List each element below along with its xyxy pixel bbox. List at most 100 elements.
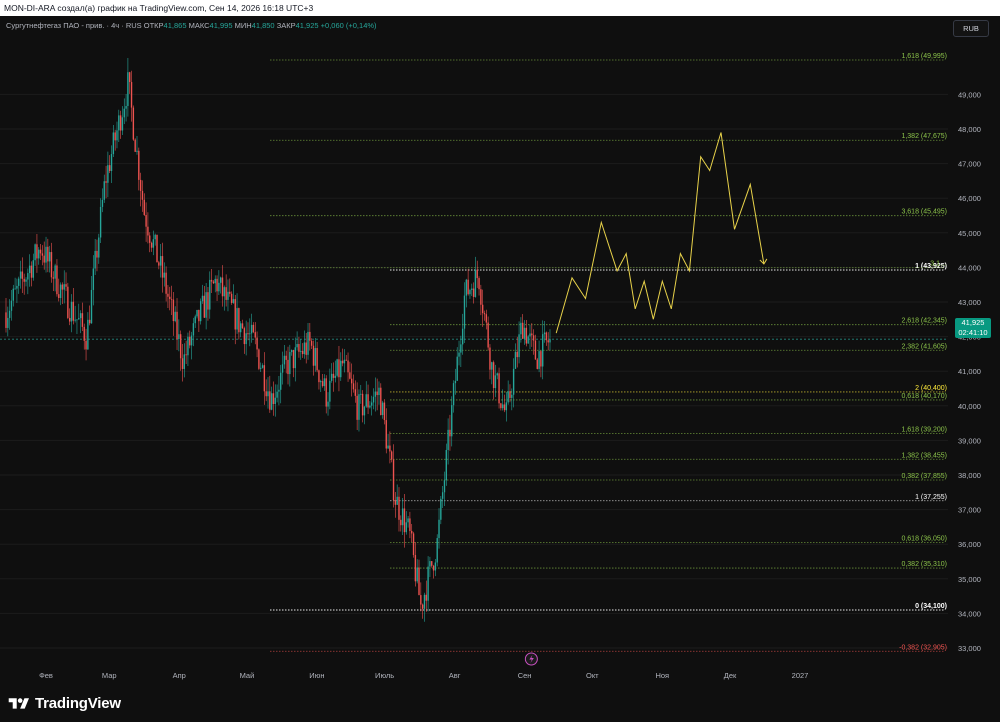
candle xyxy=(227,279,229,312)
candle xyxy=(112,124,115,157)
candle xyxy=(219,276,222,294)
candle xyxy=(14,277,16,290)
candle xyxy=(300,339,302,360)
candle xyxy=(314,337,316,372)
candle xyxy=(16,278,18,303)
candle xyxy=(23,273,25,295)
fib-level-label: -0,382 (32,905) xyxy=(899,644,947,651)
candle xyxy=(83,323,85,350)
time-tick-label: Авг xyxy=(449,671,461,680)
candle xyxy=(143,193,145,216)
candle xyxy=(263,352,266,405)
candle xyxy=(129,71,131,94)
time-tick-label: Июн xyxy=(309,671,324,680)
price-tick-label: 48,000 xyxy=(958,125,981,134)
candle xyxy=(542,320,544,380)
candle xyxy=(32,253,34,281)
candle xyxy=(465,278,468,308)
candle xyxy=(285,350,287,374)
candle xyxy=(491,361,493,385)
candle xyxy=(303,330,306,359)
price-tick-label: 34,000 xyxy=(958,609,981,618)
currency-button[interactable]: RUB xyxy=(953,20,989,37)
candle xyxy=(434,559,437,577)
fib-level-label: 1,618 (49,995) xyxy=(901,53,947,60)
candle xyxy=(310,338,313,350)
candle xyxy=(170,285,173,316)
last-price-value: 41,925 xyxy=(961,318,985,327)
candle xyxy=(210,268,213,293)
candle xyxy=(136,136,138,155)
candle xyxy=(538,340,540,373)
candle xyxy=(85,328,87,361)
candle xyxy=(41,245,44,266)
candle xyxy=(411,523,413,543)
candle xyxy=(420,582,422,612)
candle xyxy=(507,380,509,405)
candle xyxy=(92,255,95,306)
candle xyxy=(230,291,233,305)
tradingview-logo-icon xyxy=(8,697,29,709)
candle xyxy=(349,361,351,380)
candle xyxy=(298,336,300,358)
candle xyxy=(378,381,380,405)
candle xyxy=(401,497,404,536)
candle xyxy=(447,418,449,465)
candle xyxy=(409,511,411,539)
candle xyxy=(145,202,147,242)
candle xyxy=(407,515,409,528)
event-marker[interactable] xyxy=(524,652,538,666)
candle xyxy=(214,275,216,293)
candle xyxy=(296,331,298,351)
candle xyxy=(481,289,484,327)
candle xyxy=(340,352,342,381)
high-value: 41,995 xyxy=(209,21,233,30)
candle xyxy=(472,282,475,304)
tradingview-logo[interactable]: TradingView xyxy=(8,695,121,712)
price-tick-label: 46,000 xyxy=(958,194,981,203)
candle xyxy=(345,354,347,361)
time-tick-label: 2027 xyxy=(792,671,809,680)
candle xyxy=(354,380,357,403)
time-tick-label: Июль xyxy=(375,671,394,680)
fib-level-label: 2,382 (41,605) xyxy=(901,343,947,350)
candle xyxy=(7,306,9,337)
candle xyxy=(361,390,364,423)
candle xyxy=(10,290,13,321)
candle xyxy=(134,138,136,152)
candle xyxy=(400,515,402,532)
candle xyxy=(425,580,427,612)
candle xyxy=(169,286,171,311)
fib-level-label: 1,382 (47,675) xyxy=(901,133,947,140)
candle xyxy=(138,147,140,191)
candle xyxy=(172,292,175,336)
change-value: +0,060 (+0,14%) xyxy=(320,21,377,30)
candle xyxy=(119,110,122,139)
candle xyxy=(250,313,253,343)
candle xyxy=(329,368,331,410)
candle xyxy=(412,531,415,558)
fib-level-label: 1,618 (39,200) xyxy=(901,426,947,433)
last-price-tag: 41,925 02:41:10 xyxy=(955,318,991,338)
candle xyxy=(79,310,82,334)
price-axis[interactable]: 33,000 34,000 35,000 36,000 37,000 38,000 39,0… xyxy=(958,90,981,653)
candle xyxy=(474,256,477,298)
candle xyxy=(454,368,457,395)
candle xyxy=(203,286,206,318)
time-axis[interactable]: Фев Мар Апр Май Июн Июль Авг Сен Окт Ноя Дек 2027 xyxy=(39,671,808,680)
candle xyxy=(292,349,295,378)
candle xyxy=(107,151,109,198)
candle xyxy=(318,369,320,390)
candle xyxy=(90,276,93,324)
candle xyxy=(431,561,433,568)
time-tick-label: Мар xyxy=(102,671,117,680)
symbol-name[interactable]: Сургутнефтегаз ПАО - прив. · 4ч · RUS xyxy=(6,21,142,30)
candle xyxy=(149,232,151,253)
price-tick-label: 39,000 xyxy=(958,436,981,445)
price-chart[interactable]: 1,618 (49,995) 1,382 (47,675) 3,618 (45,49… xyxy=(0,16,1000,687)
candle xyxy=(307,323,309,360)
fib-level-label: 0,618 (40,170) xyxy=(901,393,947,400)
candle xyxy=(287,346,289,385)
candle xyxy=(270,386,273,411)
candle xyxy=(167,284,169,308)
